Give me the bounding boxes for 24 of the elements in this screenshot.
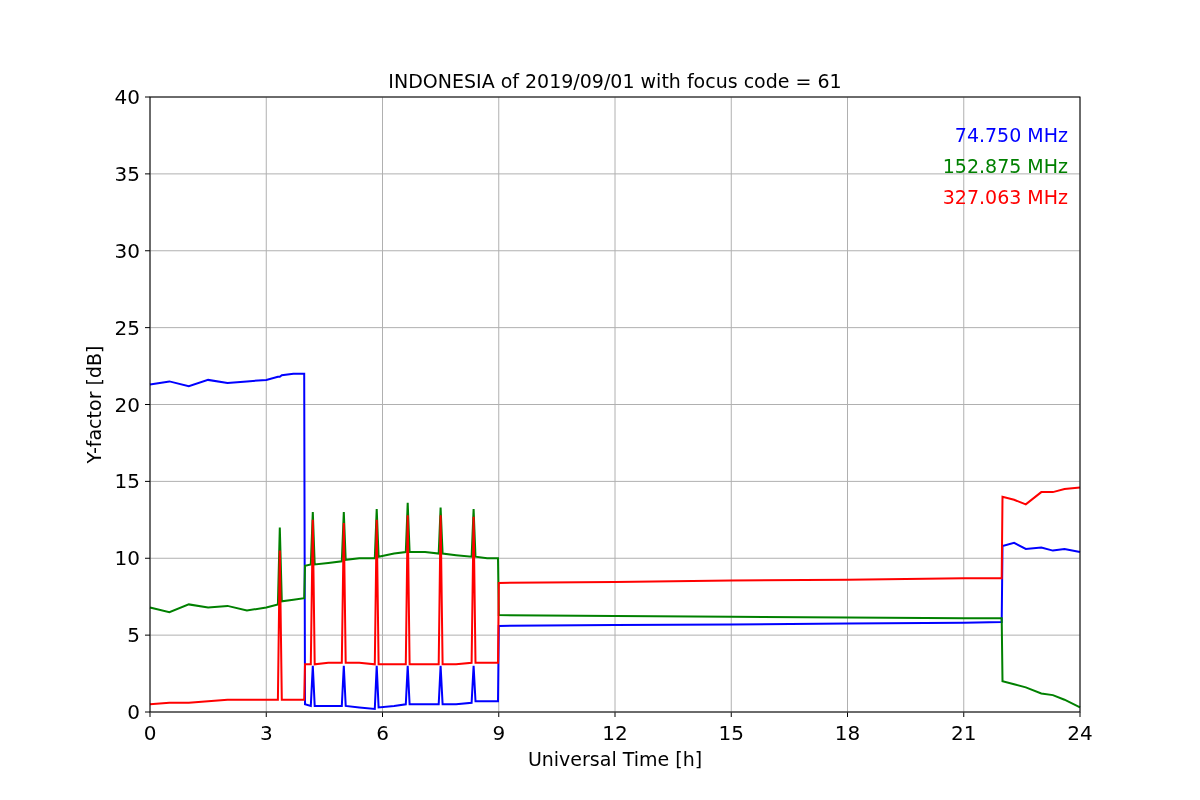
- x-tick-label: 6: [376, 721, 389, 745]
- x-tick-label: 9: [492, 721, 506, 745]
- legend-label: 152.875 MHz: [942, 155, 1068, 177]
- x-tick-label: 15: [718, 721, 744, 745]
- legend-label: 327.063 MHz: [942, 186, 1068, 208]
- y-tick-label: 5: [127, 623, 140, 648]
- y-axis-label: Y-factor [dB]: [83, 345, 105, 464]
- x-axis-label: Universal Time [h]: [527, 748, 703, 770]
- y-tick-label: 40: [114, 85, 140, 109]
- x-tick-label: 12: [602, 721, 628, 745]
- x-tick-label: 21: [951, 721, 977, 745]
- legend-label: 74.750 MHz: [954, 124, 1068, 146]
- chart-title: INDONESIA of 2019/09/01 with focus code = 61: [388, 70, 842, 92]
- y-tick-label: 20: [114, 392, 140, 417]
- x-tick-label: 24: [1067, 721, 1093, 745]
- y-tick-label: 35: [114, 161, 140, 186]
- x-tick-label: 0: [143, 721, 157, 745]
- x-tick-label: 18: [834, 721, 861, 745]
- y-tick-label: 25: [114, 315, 140, 340]
- y-tick-label: 0: [127, 700, 140, 724]
- x-tick-label: 3: [259, 721, 273, 745]
- y-tick-label: 15: [114, 469, 140, 494]
- y-tick-label: 10: [114, 546, 140, 571]
- y-tick-label: 30: [114, 238, 140, 263]
